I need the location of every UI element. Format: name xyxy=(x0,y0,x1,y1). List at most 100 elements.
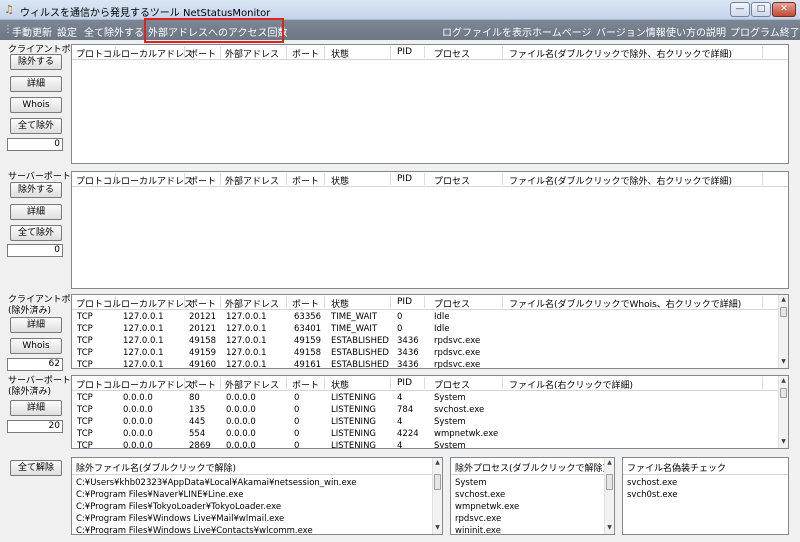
scroll-up-icon[interactable]: ▲ xyxy=(433,459,442,468)
table-row[interactable]: TCP 0.0.0.0 554 0.0.0.0 0 LISTENING 4224 wmp… xyxy=(72,429,788,441)
list-item[interactable]: svchost.exe xyxy=(627,478,677,488)
menu-exit[interactable]: プログラム終了 xyxy=(730,24,800,39)
col-process[interactable]: プロセス xyxy=(434,47,470,60)
client-excluded-detail-button[interactable]: 詳細 xyxy=(10,317,62,333)
table-row[interactable]: TCP 127.0.0.1 49159 127.0.0.1 49158 ESTABLI… xyxy=(72,348,788,360)
table-row[interactable]: TCP 127.0.0.1 49160 127.0.0.1 49161 ESTABLI… xyxy=(72,360,788,368)
col-local-address[interactable]: ローカルアドレス xyxy=(121,47,193,60)
minimize-button[interactable]: — xyxy=(730,2,750,17)
col-state[interactable]: 状態 xyxy=(331,174,349,187)
col-remote-address[interactable]: 外部アドレス xyxy=(225,174,279,187)
col-filename[interactable]: ファイル名(ダブルクリックで除外、右クリックで詳細) xyxy=(509,47,732,60)
col-local-address[interactable]: ローカルアドレス xyxy=(121,378,193,391)
col-state[interactable]: 状態 xyxy=(331,297,349,310)
scroll-up-icon[interactable]: ▲ xyxy=(779,296,788,305)
col-remote-address[interactable]: 外部アドレス xyxy=(225,297,279,310)
scroll-down-icon[interactable]: ▼ xyxy=(779,358,788,367)
menu-exclude-all[interactable]: 全て除外する xyxy=(84,24,144,39)
list-item[interactable]: C:¥Program Files¥TokyoLoader¥TokyoLoader… xyxy=(76,502,281,512)
close-button[interactable]: ✕ xyxy=(772,2,796,17)
col-remote-port[interactable]: ポート xyxy=(292,378,319,391)
col-pid[interactable]: PID xyxy=(397,47,412,57)
col-local-port[interactable]: ポート xyxy=(189,47,216,60)
list-item[interactable]: C:¥Program Files¥Naver¥LINE¥Line.exe xyxy=(76,490,243,500)
scroll-down-icon[interactable]: ▼ xyxy=(605,524,614,533)
col-remote-address[interactable]: 外部アドレス xyxy=(225,47,279,60)
col-pid[interactable]: PID xyxy=(397,378,412,388)
table-row[interactable]: TCP 0.0.0.0 80 0.0.0.0 0 LISTENING 4 System xyxy=(72,393,788,405)
col-pid[interactable]: PID xyxy=(397,174,412,184)
excluded-files-list[interactable]: 除外ファイル名(ダブルクリックで解除) C:¥Users¥khb02323¥Ap… xyxy=(71,457,443,535)
excluded-processes-list[interactable]: 除外プロセス(ダブルクリックで解除) System svchost.exe wm… xyxy=(450,457,615,535)
table-row[interactable]: TCP 127.0.0.1 49158 127.0.0.1 49159 ESTABLI… xyxy=(72,336,788,348)
table-row[interactable]: TCP 127.0.0.1 20121 127.0.0.1 63356 TIME_WA… xyxy=(72,312,788,324)
table-row[interactable]: TCP 0.0.0.0 135 0.0.0.0 0 LISTENING 784 svch… xyxy=(72,405,788,417)
server-port-list[interactable]: プロトコル ローカルアドレス ポート 外部アドレス ポート 状態 PID プロセ… xyxy=(71,171,789,289)
client-exclude-all-button[interactable]: 全て除外 xyxy=(10,118,62,134)
col-pid[interactable]: PID xyxy=(397,297,412,307)
col-remote-port[interactable]: ポート xyxy=(292,297,319,310)
list-item[interactable]: C:¥Program Files¥Windows Live¥Contacts¥w… xyxy=(76,526,313,534)
col-local-address[interactable]: ローカルアドレス xyxy=(121,297,193,310)
col-remote-address[interactable]: 外部アドレス xyxy=(225,378,279,391)
server-exclude-button[interactable]: 除外する xyxy=(10,182,62,198)
list-item[interactable]: svchost.exe xyxy=(455,490,505,500)
maximize-button[interactable]: □ xyxy=(751,2,771,17)
server-detail-button[interactable]: 詳細 xyxy=(10,204,62,220)
scroll-thumb[interactable] xyxy=(434,474,441,490)
scroll-thumb[interactable] xyxy=(780,307,787,317)
scroll-down-icon[interactable]: ▼ xyxy=(433,524,442,533)
col-state[interactable]: 状態 xyxy=(331,378,349,391)
list-item[interactable]: wininit.exe xyxy=(455,526,501,534)
release-all-button[interactable]: 全て解除 xyxy=(10,460,62,476)
list-item[interactable]: C:¥Program Files¥Windows Live¥Mail¥wlmai… xyxy=(76,514,284,524)
col-filename[interactable]: ファイル名(ダブルクリックで除外、右クリックで詳細) xyxy=(509,174,732,187)
client-whois-button[interactable]: Whois xyxy=(10,97,62,113)
menu-version-info[interactable]: バージョン情報 xyxy=(596,24,666,39)
menu-settings[interactable]: 設定 xyxy=(57,24,77,39)
menu-homepage[interactable]: ホームページ xyxy=(532,24,592,39)
client-excluded-whois-button[interactable]: Whois xyxy=(10,338,62,354)
excluded-files-scrollbar[interactable]: ▲ ▼ xyxy=(432,458,442,534)
list-item[interactable]: C:¥Users¥khb02323¥AppData¥Local¥Akamai¥n… xyxy=(76,478,357,488)
client-exclude-button[interactable]: 除外する xyxy=(10,54,62,70)
scroll-up-icon[interactable]: ▲ xyxy=(605,459,614,468)
server-excluded-scrollbar[interactable]: ▲ ▼ xyxy=(778,376,788,448)
col-process[interactable]: プロセス xyxy=(434,297,470,310)
menu-show-log[interactable]: ログファイルを表示 xyxy=(442,24,532,39)
table-row[interactable]: TCP 127.0.0.1 20121 127.0.0.1 63401 TIME_WA… xyxy=(72,324,788,336)
list-item[interactable]: System xyxy=(455,478,487,488)
col-filename[interactable]: ファイル名(ダブルクリックでWhois、右クリックで詳細) xyxy=(509,297,741,310)
list-item[interactable]: rpdsvc.exe xyxy=(455,514,501,524)
col-process[interactable]: プロセス xyxy=(434,378,470,391)
col-local-port[interactable]: ポート xyxy=(189,297,216,310)
client-port-list[interactable]: プロトコル ローカルアドレス ポート 外部アドレス ポート 状態 PID プロセ… xyxy=(71,44,789,164)
table-row[interactable]: TCP 0.0.0.0 445 0.0.0.0 0 LISTENING 4 System xyxy=(72,417,788,429)
client-detail-button[interactable]: 詳細 xyxy=(10,76,62,92)
server-excluded-detail-button[interactable]: 詳細 xyxy=(10,400,62,416)
scroll-up-icon[interactable]: ▲ xyxy=(779,377,788,386)
col-state[interactable]: 状態 xyxy=(331,47,349,60)
server-excluded-list[interactable]: プロトコル ローカルアドレス ポート 外部アドレス ポート 状態 PID プロセ… xyxy=(71,375,789,449)
menu-how-to-use[interactable]: 使い方の説明 xyxy=(666,24,726,39)
list-item[interactable]: svch0st.exe xyxy=(627,490,677,500)
scroll-down-icon[interactable]: ▼ xyxy=(779,438,788,447)
client-excluded-list[interactable]: プロトコル ローカルアドレス ポート 外部アドレス ポート 状態 PID プロセ… xyxy=(71,294,789,369)
col-remote-port[interactable]: ポート xyxy=(292,174,319,187)
col-local-port[interactable]: ポート xyxy=(189,378,216,391)
fake-filename-check-list[interactable]: ファイル名偽装チェック svchost.exe svch0st.exe xyxy=(622,457,789,535)
table-row[interactable]: TCP 0.0.0.0 2869 0.0.0.0 0 LISTENING 4 Syste… xyxy=(72,441,788,448)
server-exclude-all-button[interactable]: 全て除外 xyxy=(10,225,62,241)
server-list-header: プロトコル ローカルアドレス ポート 外部アドレス ポート 状態 PID プロセ… xyxy=(72,172,788,187)
scroll-thumb[interactable] xyxy=(780,388,787,398)
col-local-address[interactable]: ローカルアドレス xyxy=(121,174,193,187)
client-excluded-scrollbar[interactable]: ▲ ▼ xyxy=(778,295,788,368)
excluded-processes-scrollbar[interactable]: ▲ ▼ xyxy=(604,458,614,534)
col-remote-port[interactable]: ポート xyxy=(292,47,319,60)
menu-manual-refresh[interactable]: 手動更新 xyxy=(12,24,52,39)
col-filename[interactable]: ファイル名(右クリックで詳細) xyxy=(509,378,633,391)
list-item[interactable]: wmpnetwk.exe xyxy=(455,502,519,512)
col-local-port[interactable]: ポート xyxy=(189,174,216,187)
col-process[interactable]: プロセス xyxy=(434,174,470,187)
scroll-thumb[interactable] xyxy=(606,474,613,490)
